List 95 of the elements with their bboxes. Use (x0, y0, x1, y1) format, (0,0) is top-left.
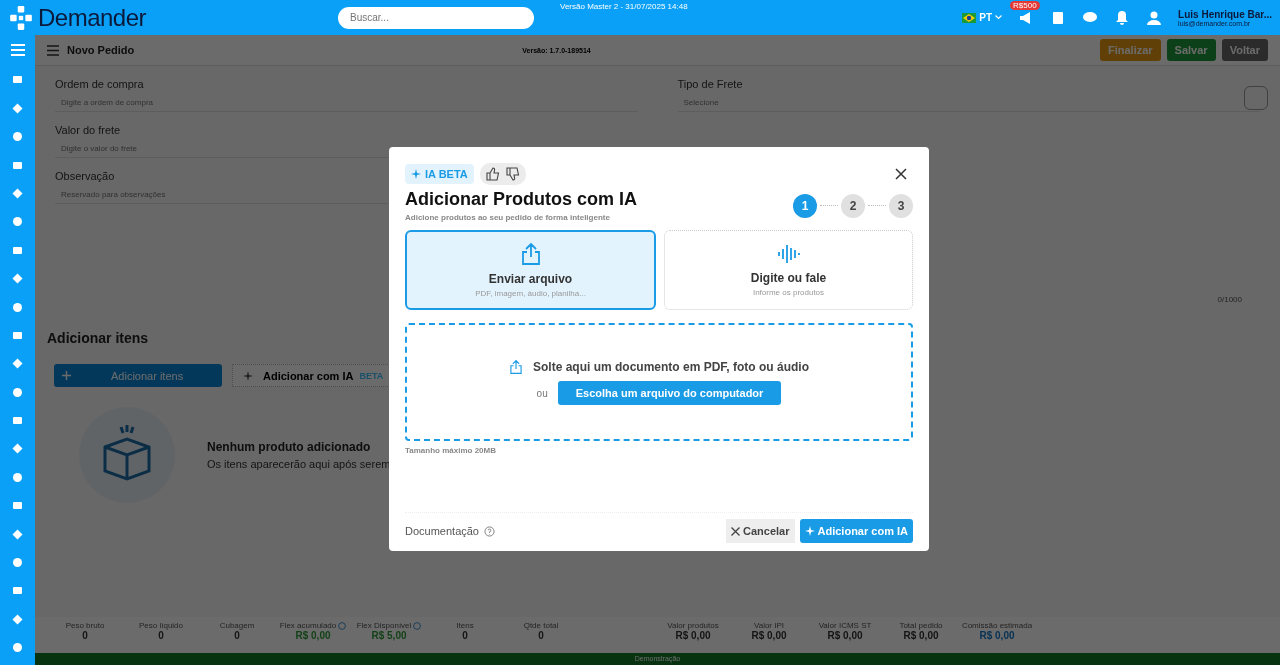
sidebar-nav-icon[interactable] (12, 187, 23, 199)
flag-icon (962, 12, 977, 23)
build-info: Versão Master 2 - 31/07/2025 14:48 (560, 2, 688, 11)
drop-instruction: Solte aqui um documento em PDF, foto ou áudio (533, 360, 809, 374)
field-label: Observação (55, 170, 115, 182)
summary-value: R$ 0,00 (903, 630, 939, 641)
summary-value: 0 (234, 630, 240, 641)
field-label: Tipo de Frete (677, 78, 743, 90)
summary-value: R$ 0,00 (751, 630, 787, 641)
sidebar-nav-icon[interactable] (12, 329, 23, 341)
sparkle-icon (804, 526, 815, 536)
summary-label: Total pedido (899, 621, 943, 630)
summary-value: 0 (158, 630, 164, 641)
summary-label: Flex acumulado (279, 621, 337, 630)
max-size-note: Tamanho máximo 20MB (405, 446, 497, 455)
summary-label: Itens (456, 621, 474, 630)
step-indicator: 1 (793, 193, 817, 218)
sidebar-nav-icon[interactable] (12, 358, 23, 370)
sidebar-nav-icon[interactable] (12, 613, 23, 625)
sidebar-nav-icon[interactable] (12, 500, 23, 512)
sidebar-nav-icon[interactable] (12, 557, 23, 569)
finish-button[interactable]: Finalizar (1100, 39, 1161, 61)
field-label: Valor do frete (55, 124, 121, 136)
back-button[interactable]: Voltar (1221, 39, 1268, 61)
summary-value: 0 (462, 630, 468, 641)
menu-icon[interactable] (47, 44, 59, 56)
empty-title: Nenhum produto adicionado (207, 440, 372, 454)
sound-wave-icon (776, 243, 801, 265)
modal-subtitle: Adicione produtos ao seu pedido de forma inteligente (405, 213, 611, 222)
sidebar-nav-icon[interactable] (12, 301, 23, 313)
share-icon (509, 359, 523, 375)
sidebar-nav-icon[interactable] (12, 244, 23, 256)
step-indicator: 2 (841, 193, 865, 218)
search-field[interactable]: Buscar... (338, 6, 534, 29)
summary-label: Valor produtos (667, 621, 719, 630)
sidebar-nav-icon[interactable] (12, 386, 23, 398)
sidebar-nav-icon[interactable] (12, 159, 23, 171)
summary-label: Qtde total (523, 621, 559, 630)
drop-zone[interactable]: Solte aqui um documento em PDF, foto ou áudio ou Escolha um arquivo do computador (405, 323, 913, 441)
summary-label: Cubagem (219, 621, 255, 630)
close-icon (731, 526, 741, 536)
sparkle-icon (243, 370, 253, 381)
or-label: ou (536, 387, 548, 399)
sidebar-nav-icon[interactable] (12, 415, 23, 427)
caret-icon (995, 15, 1003, 20)
sidebar-nav-icon[interactable] (12, 471, 23, 483)
cancel-button[interactable]: Cancelar (726, 519, 795, 543)
add-items-button[interactable]: Adicionar itens (54, 364, 222, 387)
section-title: Adicionar itens (47, 330, 150, 346)
page-title: Novo Pedido (67, 44, 135, 56)
sparkle-icon (411, 169, 421, 179)
sidebar-nav-icon[interactable] (12, 74, 23, 86)
notice-badge: R$500 (1010, 0, 1040, 10)
user-icon[interactable] (1146, 9, 1163, 26)
character-counter: 0/1000 (1217, 295, 1242, 304)
sidebar-nav-icon[interactable] (12, 642, 23, 654)
option-card[interactable]: Enviar arquivo PDF, imagem, áudio, planilha... (405, 230, 656, 310)
summary-value: 0 (538, 630, 544, 641)
summary-value: R$ 0,00 (979, 630, 1015, 641)
sidebar-nav-icon[interactable] (12, 528, 23, 540)
option-card[interactable]: Digite ou fale Informe os produtos (664, 230, 913, 310)
sidebar-nav-icon[interactable] (12, 216, 23, 228)
documentation-link[interactable]: Documentação (405, 525, 479, 537)
sidebar-nav-icon[interactable] (12, 585, 23, 597)
step-indicator: 3 (889, 193, 913, 218)
close-icon[interactable] (895, 168, 907, 180)
thumbs-down-icon[interactable] (505, 167, 520, 181)
language-selector[interactable]: PT (962, 12, 1003, 23)
logo-icon (8, 4, 34, 31)
add-with-ai-button[interactable]: Adicionar com IA BETA (232, 364, 391, 387)
sidebar-nav-icon[interactable] (12, 131, 23, 143)
save-button[interactable]: Salvar (1166, 39, 1216, 61)
submit-button[interactable]: Adicionar com IA (799, 519, 913, 543)
bell-icon[interactable] (1114, 9, 1131, 26)
summary-label: Peso líquido (139, 621, 183, 630)
user-name: Luis Henrique Bar... (1178, 8, 1272, 20)
summary-label: Peso bruto (65, 621, 105, 630)
share-icon (519, 242, 542, 266)
summary-value: R$ 0,00 (827, 630, 863, 641)
brand-name: Demander (38, 3, 147, 32)
thumbs-up-icon[interactable] (485, 167, 500, 181)
chat-bubble-icon[interactable] (1244, 86, 1268, 110)
summary-value: 0 (82, 630, 88, 641)
plus-icon (62, 371, 71, 380)
summary-value: R$ 0,00 (675, 630, 711, 641)
ai-beta-badge: IA BETA (405, 164, 474, 184)
box-icon (77, 405, 177, 505)
sidebar-nav-icon[interactable] (12, 102, 23, 114)
summary-value: R$ 5,00 (371, 630, 407, 641)
sidebar-nav-icon[interactable] (12, 273, 23, 285)
summary-value: R$ 0,00 (295, 630, 331, 641)
sidebar-nav-icon[interactable] (12, 443, 23, 455)
choose-file-button[interactable]: Escolha um arquivo do computador (557, 381, 782, 405)
summary-label: Valor IPI (753, 621, 785, 630)
field-label: Ordem de compra (55, 78, 144, 90)
